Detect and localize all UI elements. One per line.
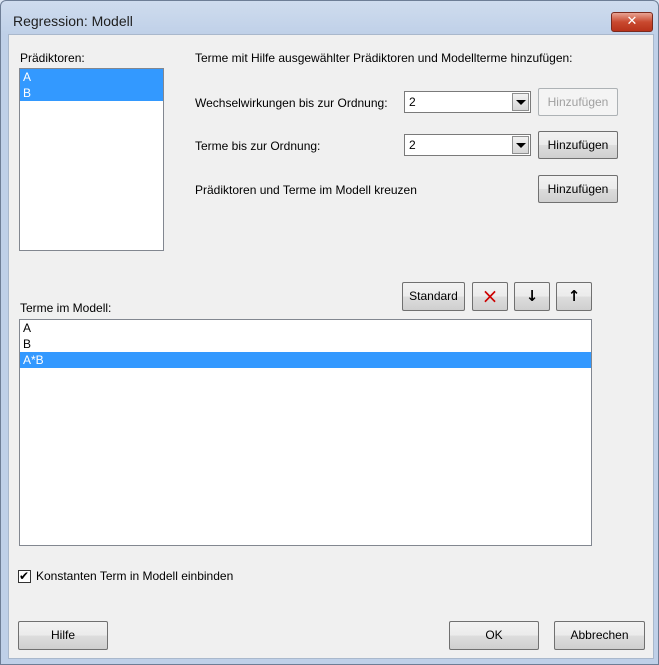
close-icon: ✕ [626, 14, 638, 29]
close-button[interactable]: ✕ [611, 12, 653, 32]
wechselwirkungen-add-button[interactable]: Hinzufügen [538, 88, 618, 116]
arrow-up-icon: ↑ [567, 287, 581, 305]
arrow-down-icon: ↓ [525, 287, 539, 305]
terme-ordnung-dropdown[interactable]: 2 [404, 134, 531, 156]
dialog-window: Regression: Modell ✕ Prädiktoren: A B Te… [0, 0, 659, 665]
terme-ordnung-add-button[interactable]: Hinzufügen [538, 131, 618, 159]
chevron-down-icon[interactable] [512, 93, 529, 111]
checkmark-icon: ✔ [19, 569, 30, 583]
praediktoren-label: Prädiktoren: [20, 51, 85, 65]
help-button[interactable]: Hilfe [18, 621, 108, 650]
terme-modell-listbox[interactable]: A B A*B [19, 319, 592, 546]
list-item[interactable]: A*B [20, 352, 591, 368]
wechselwirkungen-value: 2 [409, 95, 416, 109]
cancel-button[interactable]: Abbrechen [554, 621, 645, 650]
dialog-content: Prädiktoren: A B Terme mit Hilfe ausgewä… [8, 34, 654, 659]
instruction-text: Terme mit Hilfe ausgewählter Prädiktoren… [195, 51, 573, 65]
terme-ordnung-value: 2 [409, 138, 416, 152]
delete-term-button[interactable]: × [472, 282, 508, 311]
kreuzen-label: Prädiktoren und Terme im Modell kreuzen [195, 183, 417, 197]
list-item[interactable]: A [20, 69, 163, 85]
ok-button[interactable]: OK [449, 621, 539, 650]
praediktoren-listbox[interactable]: A B [19, 68, 164, 251]
standard-button[interactable]: Standard [402, 282, 465, 311]
constant-term-checkbox[interactable]: ✔ [18, 569, 31, 583]
list-item[interactable]: B [20, 85, 163, 101]
move-down-button[interactable]: ↓ [514, 282, 550, 311]
move-up-button[interactable]: ↑ [556, 282, 592, 311]
wechselwirkungen-dropdown[interactable]: 2 [404, 91, 531, 113]
list-item[interactable]: B [20, 336, 591, 352]
chevron-down-icon[interactable] [512, 136, 529, 154]
wechselwirkungen-label: Wechselwirkungen bis zur Ordnung: [195, 96, 388, 110]
terme-modell-label: Terme im Modell: [20, 301, 112, 315]
list-item[interactable]: A [20, 320, 591, 336]
constant-term-label[interactable]: Konstanten Term in Modell einbinden [36, 569, 233, 583]
kreuzen-add-button[interactable]: Hinzufügen [538, 175, 618, 203]
title-bar[interactable]: Regression: Modell ✕ [1, 1, 658, 35]
terme-ordnung-label: Terme bis zur Ordnung: [195, 139, 321, 153]
delete-icon: × [481, 284, 499, 308]
window-title: Regression: Modell [13, 13, 133, 29]
